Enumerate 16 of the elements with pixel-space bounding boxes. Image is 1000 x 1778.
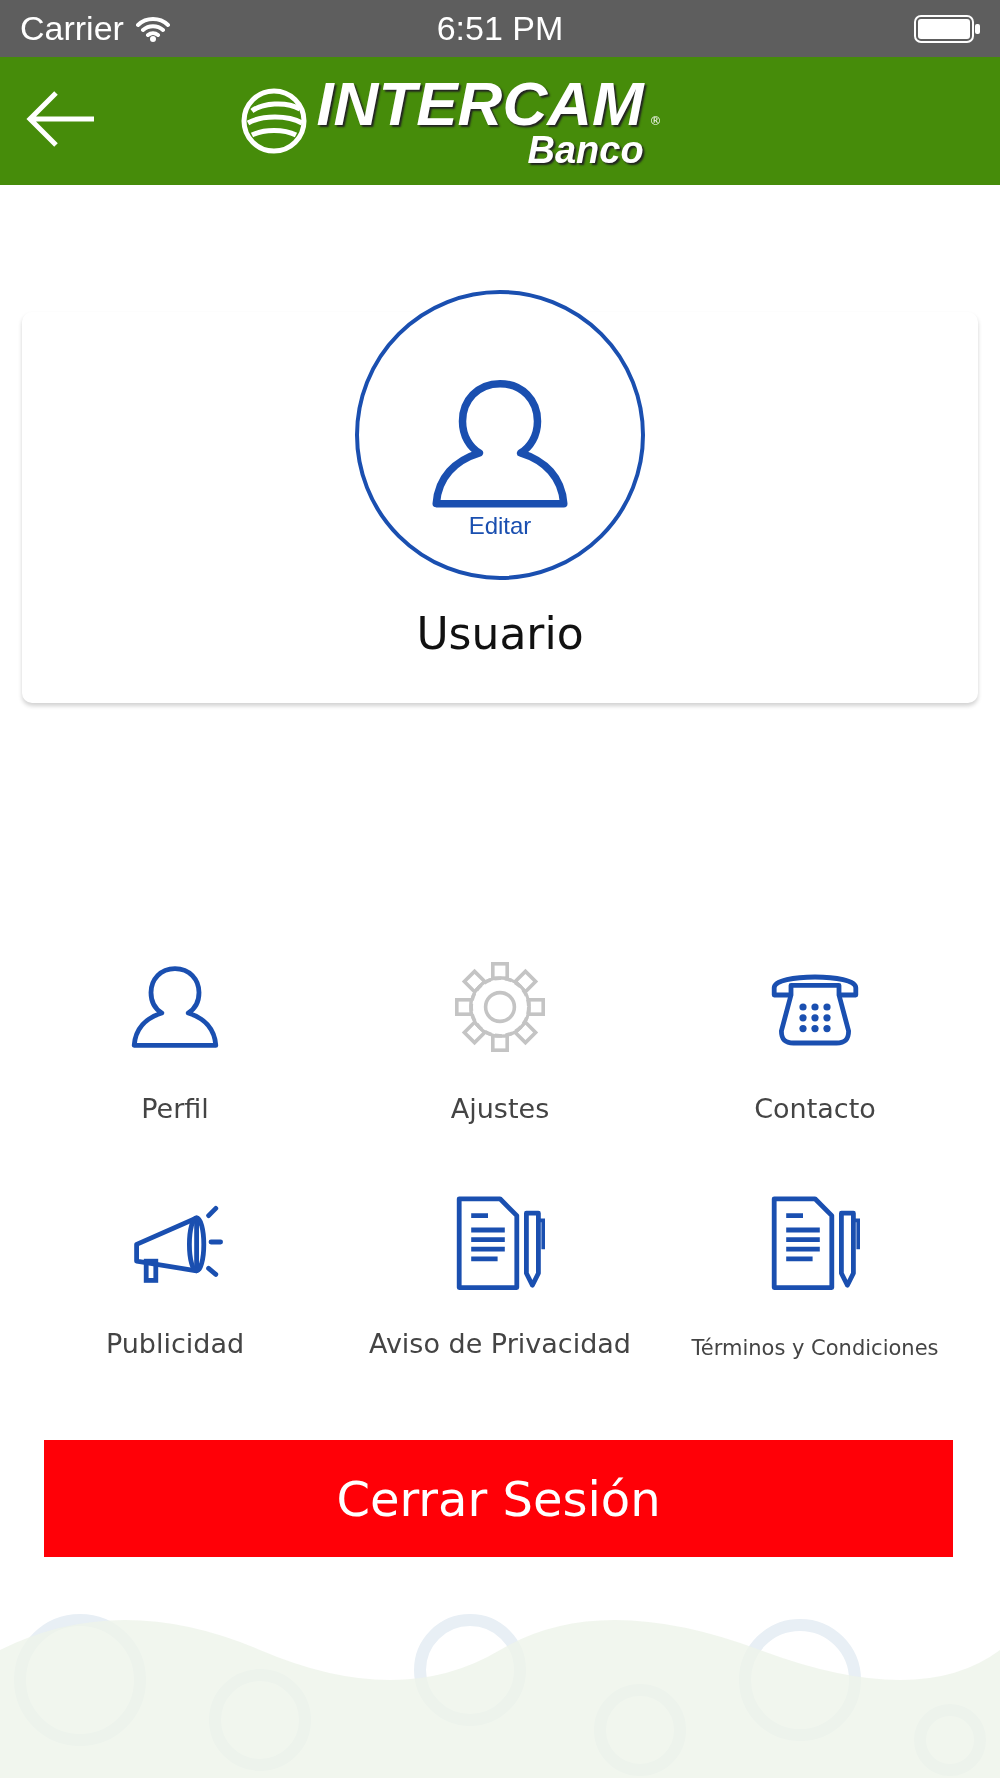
wifi-icon xyxy=(135,15,170,42)
battery-icon xyxy=(914,14,980,43)
logout-button[interactable]: Cerrar Sesión xyxy=(44,1440,953,1557)
avatar-circle[interactable]: Editar xyxy=(355,290,645,580)
menu-item[interactable]: Aviso de Privacidad xyxy=(340,1194,660,1360)
edit-link[interactable]: Editar xyxy=(468,512,532,540)
menu-item[interactable]: Términos y Condiciones xyxy=(660,1194,970,1360)
registered-mark: ® xyxy=(649,114,662,128)
settings-icon xyxy=(452,959,548,1055)
user-name: Usuario xyxy=(416,608,584,659)
back-button[interactable] xyxy=(26,89,96,149)
menu-item[interactable]: Perfil xyxy=(10,959,340,1124)
menu-item[interactable]: Contacto xyxy=(660,959,970,1124)
time-label: 6:51 PM xyxy=(436,9,564,48)
menu-item[interactable]: Publicidad xyxy=(10,1194,340,1360)
carrier-label: Carrier xyxy=(20,9,124,48)
